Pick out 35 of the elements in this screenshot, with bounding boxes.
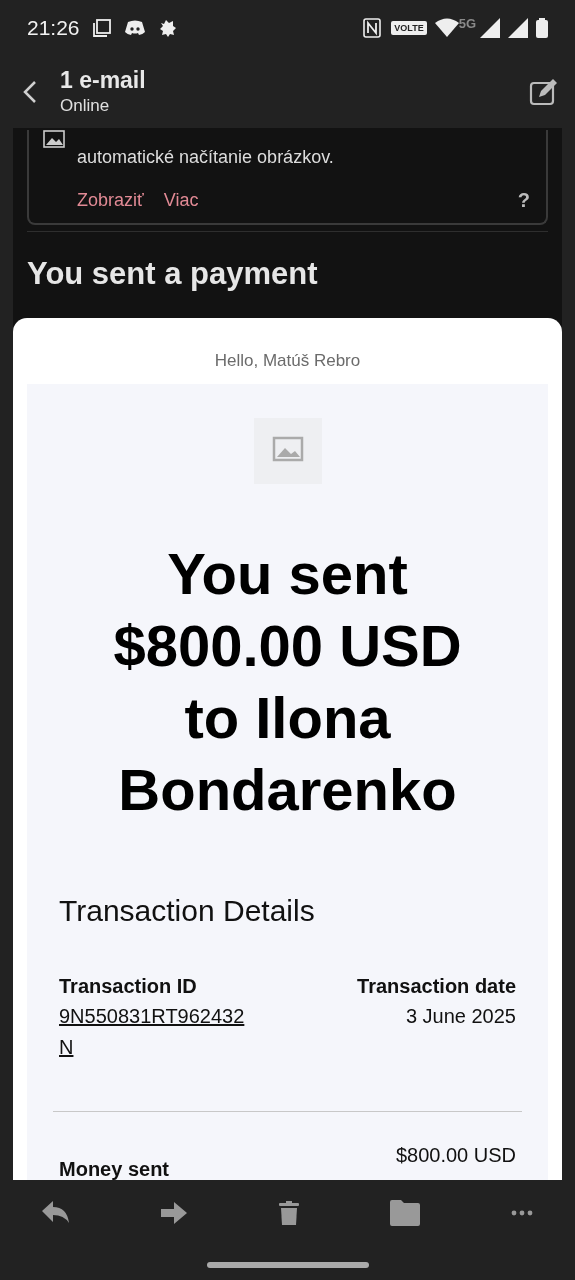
signal-icon — [480, 18, 500, 38]
greeting: Hello, Matúš Rebro — [213, 350, 362, 372]
payment-headline: You sent $800.00 USD to Ilona Bondarenko — [112, 539, 463, 824]
section-title: Transaction Details — [59, 892, 316, 929]
detail-label: Transaction date — [357, 973, 516, 999]
detail-value: 3 June 2025 — [405, 1003, 516, 1029]
money-sent-amount: $800.00 USD — [395, 1142, 516, 1168]
reply-icon[interactable] — [42, 1201, 70, 1225]
more-icon[interactable] — [511, 1210, 533, 1216]
battery-icon — [536, 18, 548, 38]
email-subject: You sent a payment — [26, 255, 319, 293]
transaction-id-link[interactable]: 9N550831RT962432N — [59, 1000, 251, 1063]
clock: 21:26 — [27, 15, 80, 42]
privacy-message: automatické načítanie obrázkov. — [77, 146, 334, 169]
signal-icon — [508, 18, 528, 38]
wifi-icon — [434, 18, 459, 38]
banner-link[interactable]: Viac — [163, 186, 199, 214]
network-type: 5G — [458, 15, 476, 33]
folder-icon[interactable] — [389, 1200, 420, 1226]
back-icon[interactable] — [22, 80, 38, 104]
help-button[interactable]: ? — [517, 185, 530, 215]
gallery-icon — [91, 18, 112, 38]
chat-app-icon — [123, 20, 146, 36]
delete-icon[interactable] — [278, 1201, 299, 1225]
nfc-icon — [363, 18, 382, 38]
header-subtitle: Online — [60, 95, 111, 117]
detail-label: Transaction ID — [59, 973, 197, 999]
volte-badge: VOLTE — [391, 21, 427, 35]
money-sent-label: Money sent — [59, 1156, 170, 1180]
banner-link[interactable]: Zobraziť — [77, 186, 144, 214]
header-title: 1 e-mail — [60, 66, 146, 94]
edit-icon[interactable] — [529, 78, 559, 106]
image-icon — [43, 130, 65, 148]
forward-icon[interactable] — [161, 1202, 188, 1224]
image-placeholder-icon — [253, 417, 322, 484]
